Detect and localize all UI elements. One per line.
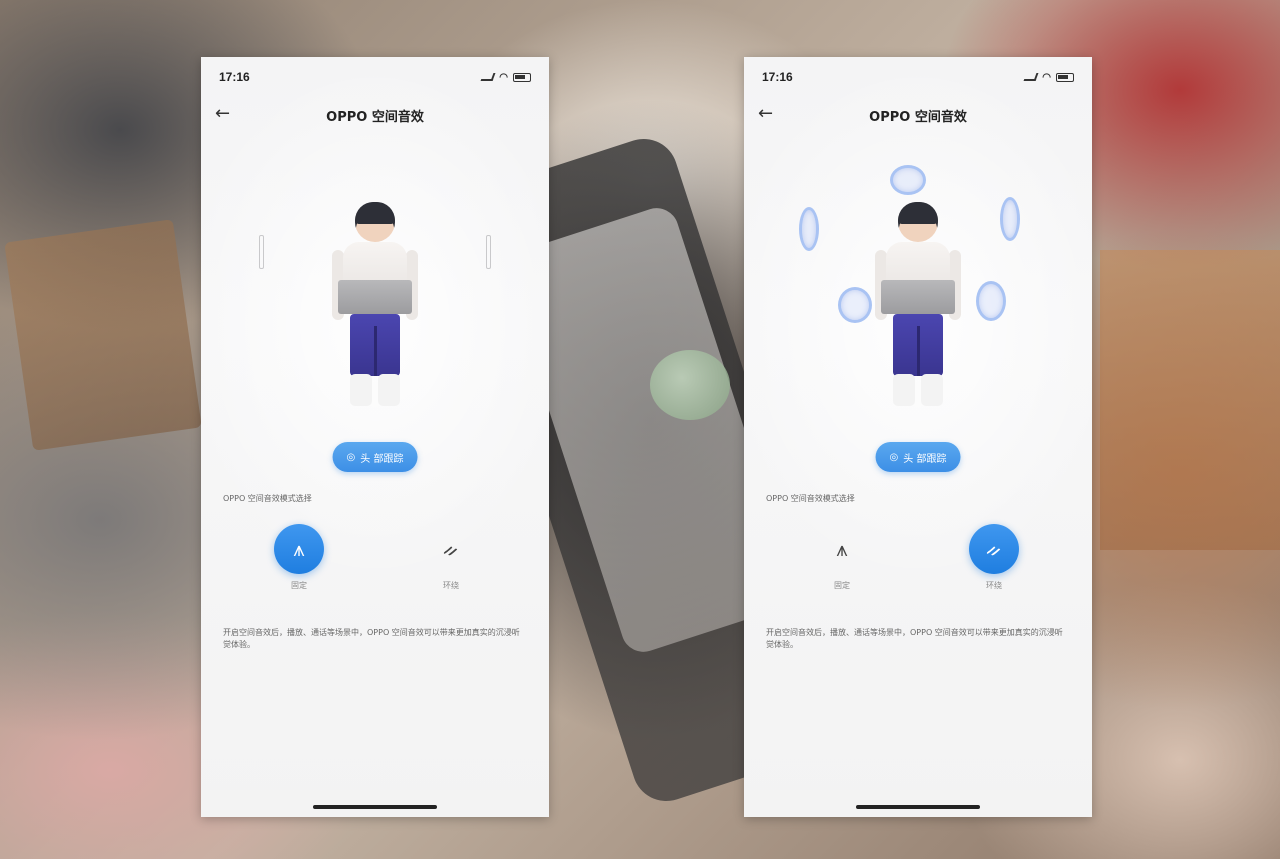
status-bar: 17:16 ◠ <box>762 67 1074 87</box>
title-bar: ← OPPO 空间音效 <box>744 101 1092 129</box>
mode-selector: ⩚ 固定 ᨀ 环绕 <box>201 524 549 604</box>
sound-wave-icon <box>890 165 926 195</box>
sound-wave-icon <box>976 281 1006 321</box>
page-title: OPPO 空间音效 <box>326 109 424 125</box>
home-indicator[interactable] <box>856 805 980 809</box>
mode-section-label: OPPO 空间音效模式选择 <box>766 494 855 503</box>
head-tracking-icon: ◎ <box>889 451 899 463</box>
head-tracking-icon: ◎ <box>346 451 356 463</box>
background-product-box <box>1100 250 1280 550</box>
wifi-icon: ◠ <box>499 71 508 83</box>
title-bar: ← OPPO 空间音效 <box>201 101 549 129</box>
wifi-icon: ◠ <box>1042 71 1051 83</box>
sound-wave-icon <box>1000 197 1020 241</box>
phone-screen-left: 17:16 ◠ ← OPPO 空间音效 ◎ 头 部跟踪 OPPO 空间音效模式选… <box>201 57 549 817</box>
battery-icon <box>1056 72 1074 82</box>
phone-screen-right: 17:16 ◠ ← OPPO 空间音效 ◎ 头 部跟踪 OPPO 空间音效模式选… <box>744 57 1092 817</box>
mode-description: 开启空间音效后，播放、通话等场景中，OPPO 空间音效可以带来更加真实的沉浸听觉… <box>766 628 1063 649</box>
people-icon: ᨀ <box>969 524 1019 574</box>
signal-icon <box>480 73 496 81</box>
home-indicator[interactable] <box>313 805 437 809</box>
sound-wave-icon <box>838 287 872 323</box>
people-icon: ᨀ <box>442 537 460 561</box>
sound-wave-icon <box>799 207 819 251</box>
bracket-right-icon <box>486 235 491 269</box>
mode-fixed-button[interactable]: ⩚ 固定 <box>269 524 329 591</box>
avatar-figure <box>332 202 418 417</box>
head-tracking-button[interactable]: ◎ 头 部跟踪 <box>875 442 961 472</box>
back-arrow-icon[interactable]: ← <box>215 105 230 123</box>
mode-surround-button[interactable]: ᨀ 环绕 <box>964 524 1024 591</box>
status-time: 17:16 <box>219 70 250 84</box>
laptop-icon <box>338 280 412 314</box>
head-tracking-button[interactable]: ◎ 头 部跟踪 <box>332 442 418 472</box>
figure-icon: ⩚ <box>836 537 848 561</box>
mode-surround-button[interactable]: ᨀ 环绕 <box>421 524 481 591</box>
mode-selector: ⩚ 固定 ᨀ 环绕 <box>744 524 1092 604</box>
page-title: OPPO 空间音效 <box>869 109 967 125</box>
back-arrow-icon[interactable]: ← <box>758 105 773 123</box>
status-bar: 17:16 ◠ <box>219 67 531 87</box>
mode-fixed-button[interactable]: ⩚ 固定 <box>812 524 872 591</box>
mode-description: 开启空间音效后，播放、通话等场景中，OPPO 空间音效可以带来更加真实的沉浸听觉… <box>223 628 520 649</box>
figure-icon: ⩚ <box>274 524 324 574</box>
background-wood-frame <box>4 219 202 451</box>
status-time: 17:16 <box>762 70 793 84</box>
laptop-icon <box>881 280 955 314</box>
bracket-left-icon <box>259 235 264 269</box>
mode-section-label: OPPO 空间音效模式选择 <box>223 494 312 503</box>
background-earbud <box>650 350 730 420</box>
signal-icon <box>1023 73 1039 81</box>
avatar-figure <box>875 202 961 417</box>
battery-icon <box>513 72 531 82</box>
